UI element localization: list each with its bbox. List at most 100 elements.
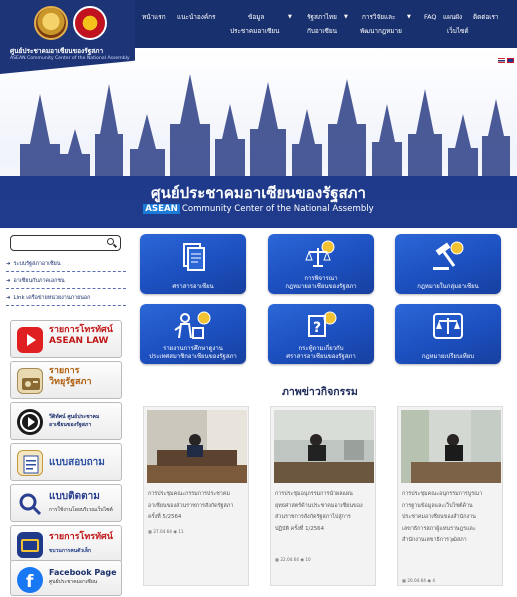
- tile-label-line2: ประเทศสมาชิกอาเซียนของรัฐสภา: [149, 352, 237, 360]
- banner-video[interactable]: วีดิทัศน์ ศูนย์ประชาคม อาเซียนของรัฐสภา: [10, 402, 122, 440]
- tile-study-visit-reports[interactable]: รายงานการศึกษาดูงาน ประเทศสมาชิกอาเซียนขอ…: [140, 304, 246, 364]
- news-meta: ▦ 27.04.64 ◉ 11: [148, 529, 184, 534]
- tile-comparative-law[interactable]: กฎหมายเปรียบเทียบ: [395, 304, 501, 364]
- banner-title-line2: วิทยุรัฐสภา: [49, 377, 92, 387]
- nav-asean-info[interactable]: ข้อมูล: [248, 12, 264, 23]
- news-headline[interactable]: การประชุมคณะอนุกรรมการบูรณา การฐานข้อมูล…: [402, 489, 501, 547]
- news-views: 11: [178, 529, 184, 534]
- nav-contact[interactable]: ติดต่อเรา: [473, 12, 499, 23]
- news-headline[interactable]: การประชุมอนุกรรมการนำผลแผน ยุทธศาสตร์ด้า…: [275, 489, 374, 535]
- tile-label-line1: รายงานการศึกษาดูงาน: [163, 345, 223, 352]
- nav-about[interactable]: แนะนำองค์กร: [177, 12, 215, 23]
- news-date: 27.04.64: [153, 529, 172, 534]
- banner-facebook[interactable]: f Facebook Page ศูนย์ประชาคมอาเซียน: [10, 560, 122, 596]
- news-date: 22.04.64: [280, 557, 299, 562]
- question-icon: ?: [308, 311, 337, 337]
- nav-sitemap[interactable]: แผนผัง: [443, 12, 462, 23]
- sidebar-link-private-sector[interactable]: ➜ อาเซียนกับภาคเอกชน: [6, 274, 126, 289]
- news-views: 10: [305, 557, 311, 562]
- news-line: การประชุมคณะอนุกรรมการบูรณา: [402, 491, 483, 497]
- nav-home[interactable]: หน้าแรก: [142, 12, 166, 23]
- calendar-icon: ▦: [148, 529, 152, 534]
- sidebar-link-external-network[interactable]: ➜ Link เครือข่ายหน่วยงานภายนอก: [6, 291, 126, 306]
- search-icon[interactable]: [107, 238, 114, 245]
- news-card[interactable]: การประชุมคณะอนุกรรมการบูรณา การฐานข้อมูล…: [397, 406, 503, 586]
- banner-subtitle: ศูนย์ประชาคมอาเซียน: [49, 579, 98, 585]
- parliament-seal-icon: [34, 6, 68, 40]
- banner-title-line2: อาเซียนของรัฐสภา: [49, 422, 92, 428]
- calendar-icon: ▦: [275, 557, 279, 562]
- banner-title-line1: รายการโทรทัศน์: [49, 325, 113, 335]
- banner-tv-asean-law[interactable]: รายการโทรทัศน์ ASEAN LAW: [10, 320, 122, 358]
- magnifier-icon: [17, 491, 43, 517]
- tv-icon: [17, 532, 43, 558]
- banner-title-line2: ASEAN LAW: [49, 336, 109, 346]
- news-line: สำนักงานเลขาธิการวุฒิสภา: [402, 537, 467, 543]
- news-section-title: ภาพข่าวกิจกรรม: [282, 386, 358, 398]
- banner-survey[interactable]: แบบสอบถาม: [10, 443, 122, 481]
- news-card[interactable]: การประชุมคณะกรรมการประชาคม อาเซียนของส่ว…: [143, 406, 249, 586]
- banner-tracking[interactable]: แบบติดตาม การใช้งานโดยบริเวณเว็บไซต์: [10, 484, 122, 522]
- sidebar-link-asean-parliament[interactable]: ➜ ระบบรัฐสภาอาเซียน: [6, 257, 126, 272]
- news-card[interactable]: การประชุมอนุกรรมการนำผลแผน ยุทธศาสตร์ด้า…: [270, 406, 376, 586]
- hero-title: ศูนย์ประชาคมอาเซียนของรัฐสภา: [151, 184, 366, 202]
- nav-faq[interactable]: FAQ: [424, 12, 436, 23]
- sidebar-link-label: Link เครือข่ายหน่วยงานภายนอก: [13, 295, 91, 301]
- tile-label: ศราสารอาเซียน: [172, 282, 214, 290]
- banner-title: รายการโทรทัศน์ ASEAN LAW: [49, 325, 113, 347]
- asean-wordmark: ASEAN: [143, 204, 180, 214]
- site-name: ศูนย์ประชาคมอาเซียนของรัฐสภา: [10, 47, 104, 55]
- nav-sitemap-line2[interactable]: เว็บไซต์: [447, 26, 469, 37]
- gavel-icon: [433, 241, 464, 270]
- tile-asean-laws[interactable]: กฎหมายในกลุ่มอาเซียน: [395, 234, 501, 294]
- banner-subtitle: การใช้งานโดยบริเวณเว็บไซต์: [49, 507, 113, 513]
- search-input[interactable]: [10, 235, 121, 251]
- eye-icon: ◉: [427, 578, 431, 583]
- english-flag-icon[interactable]: [507, 58, 514, 63]
- banner-subtitle: ขบวนการคนตัวเล็ก: [49, 548, 91, 554]
- tile-label: กฎหมายในกลุ่มอาเซียน: [417, 282, 479, 290]
- tile-label: กฎหมายเปรียบเทียบ: [421, 352, 475, 360]
- sidebar-link-label: ระบบรัฐสภาอาเซียน: [13, 261, 61, 267]
- calendar-icon: ▦: [402, 578, 406, 583]
- skyline-illustration: [20, 74, 510, 184]
- news-line: ปฏิบัติ ครั้งที่ 1/2564: [275, 525, 325, 532]
- survey-icon: [17, 450, 43, 476]
- balance-icon: [433, 313, 463, 339]
- news-line: ครั้งที่ 5/2564: [148, 514, 182, 520]
- banner-title-line1: วีดิทัศน์ ศูนย์ประชาคม: [49, 414, 100, 420]
- eye-icon: ◉: [300, 557, 304, 562]
- news-line: การประชุมอนุกรรมการนำผลแผน: [275, 491, 353, 497]
- news-meta: ▦ 20.04.64 ◉ 4: [402, 578, 435, 583]
- tile-law-consideration[interactable]: การพิจารณา กฎหมายอาเซียนของรัฐสภา: [268, 234, 374, 294]
- banner-tv-small-people[interactable]: รายการโทรทัศน์ ขบวนการคนตัวเล็ก: [10, 525, 122, 563]
- chevron-down-icon[interactable]: ▼: [288, 14, 292, 20]
- banner-title: รายการ วิทยุรัฐสภา: [49, 366, 92, 388]
- news-photo[interactable]: [401, 410, 501, 483]
- nav-research[interactable]: การวิจัยและ: [362, 12, 395, 23]
- arrow-right-icon: ➜: [6, 261, 11, 267]
- tile-interpellations[interactable]: ? กระทู้ถามเกี่ยวกับ ศราสารอาเซียนของรัฐส…: [268, 304, 374, 364]
- nav-research-line2[interactable]: พัฒนากฎหมาย: [360, 26, 402, 37]
- nav-thai-parliament-line2[interactable]: กับอาเซียน: [307, 26, 337, 37]
- banner-radio[interactable]: รายการ วิทยุรัฐสภา: [10, 361, 122, 399]
- tile-label: การพิจารณา กฎหมายอาเซียนของรัฐสภา: [268, 275, 374, 290]
- news-line: ยุทธศาสตร์ด้านประชาคมอาเซียนของ: [275, 502, 363, 509]
- chevron-down-icon[interactable]: ▼: [344, 14, 348, 20]
- nav-thai-parliament[interactable]: รัฐสภาไทย: [307, 12, 337, 23]
- chevron-down-icon[interactable]: ▼: [407, 14, 411, 20]
- news-headline[interactable]: การประชุมคณะกรรมการประชาคม อาเซียนของส่ว…: [148, 489, 247, 524]
- radio-icon: [17, 368, 43, 394]
- arrow-right-icon: ➜: [6, 295, 11, 301]
- news-photo[interactable]: [274, 410, 374, 483]
- thai-flag-icon[interactable]: [498, 58, 505, 63]
- news-photo[interactable]: [147, 410, 247, 483]
- arrow-right-icon: ➜: [6, 278, 11, 284]
- sidebar-link-label: อาเซียนกับภาคเอกชน: [13, 278, 65, 284]
- travel-icon: [174, 311, 211, 339]
- tile-asean-instruments[interactable]: ศราสารอาเซียน: [140, 234, 246, 294]
- banner-title: แบบสอบถาม: [49, 457, 105, 468]
- nav-asean-info-line2[interactable]: ประชาคมอาเซียน: [230, 26, 279, 37]
- tile-label-line1: กระทู้ถามเกี่ยวกับ: [298, 345, 344, 352]
- play-icon: [17, 409, 43, 435]
